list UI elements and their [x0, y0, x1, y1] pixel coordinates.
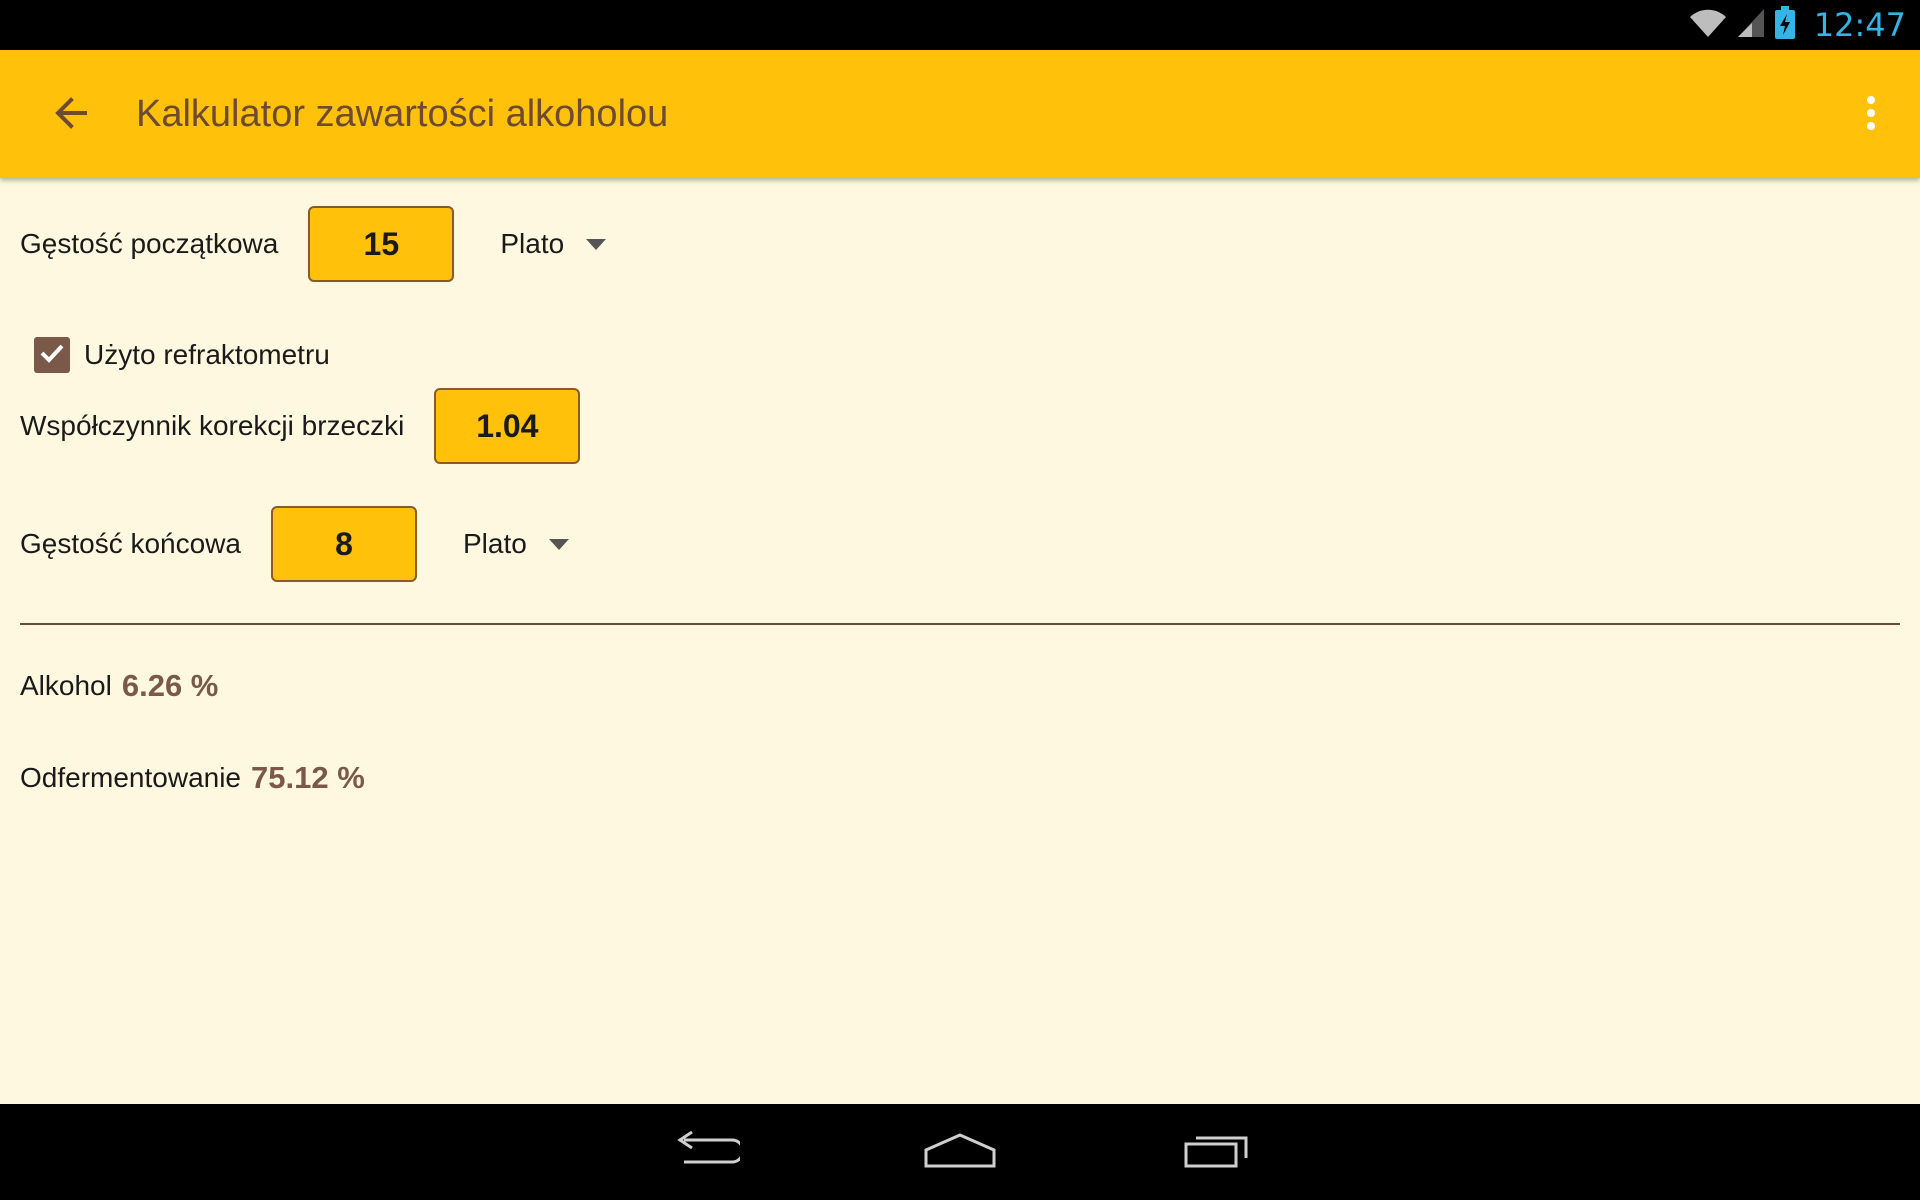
original-gravity-row: Gęstość początkowa 15 Plato: [20, 206, 607, 282]
status-icons: 12:47: [1688, 0, 1906, 50]
dropdown-caret-icon: [548, 538, 569, 550]
wort-correction-row: Współczynnik korekcji brzeczki 1.04: [20, 388, 581, 464]
original-gravity-unit-select[interactable]: Plato: [500, 228, 607, 260]
nav-home-button[interactable]: [915, 1122, 1005, 1182]
refractometer-row[interactable]: Użyto refraktometru: [34, 337, 330, 373]
final-gravity-unit-label: Plato: [463, 528, 527, 559]
back-button[interactable]: [38, 82, 104, 148]
nav-back-button[interactable]: [660, 1122, 750, 1182]
attenuation-result-row: Odfermentowanie 75.12 %: [20, 760, 365, 796]
signal-icon: [1736, 7, 1766, 44]
checkmark-icon: [37, 338, 67, 373]
action-bar: Kalkulator zawartości alkoholou: [0, 50, 1920, 178]
nav-recents-icon: [1182, 1130, 1252, 1175]
attenuation-value: 75.12 %: [251, 760, 365, 795]
original-gravity-input[interactable]: 15: [308, 206, 455, 282]
alcohol-result-row: Alkohol 6.26 %: [20, 668, 218, 704]
dropdown-caret-icon: [586, 238, 607, 250]
final-gravity-label: Gęstość końcowa: [20, 528, 241, 559]
refractometer-label: Użyto refraktometru: [84, 339, 330, 370]
wort-correction-label: Współczynnik korekcji brzeczki: [20, 410, 405, 441]
attenuation-label: Odfermentowanie: [20, 762, 242, 793]
nav-home-icon: [922, 1130, 998, 1175]
alcohol-label: Alkohol: [20, 670, 112, 701]
refractometer-checkbox[interactable]: [34, 337, 70, 373]
status-bar: 12:47: [0, 0, 1920, 50]
wifi-icon: [1688, 7, 1728, 44]
main-content: Gęstość początkowa 15 Plato Użyto refrak…: [0, 178, 1920, 1104]
status-time: 12:47: [1813, 6, 1906, 44]
system-nav-bar: [0, 1104, 1920, 1200]
final-gravity-input[interactable]: 8: [271, 506, 417, 582]
nav-back-icon: [670, 1130, 745, 1175]
divider: [20, 623, 1900, 625]
final-gravity-row: Gęstość końcowa 8 Plato: [20, 506, 569, 582]
alcohol-value: 6.26 %: [121, 668, 219, 703]
battery-charging-icon: [1774, 5, 1796, 45]
final-gravity-unit-select[interactable]: Plato: [463, 528, 569, 560]
wort-correction-input[interactable]: 1.04: [434, 388, 581, 464]
original-gravity-label: Gęstość początkowa: [20, 228, 279, 259]
overflow-menu-icon: [1866, 95, 1876, 136]
page-title: Kalkulator zawartości alkoholou: [136, 93, 669, 135]
original-gravity-unit-label: Plato: [500, 228, 565, 259]
overflow-menu-button[interactable]: [1846, 82, 1896, 148]
arrow-back-icon: [51, 93, 91, 138]
nav-recents-button[interactable]: [1172, 1122, 1262, 1182]
